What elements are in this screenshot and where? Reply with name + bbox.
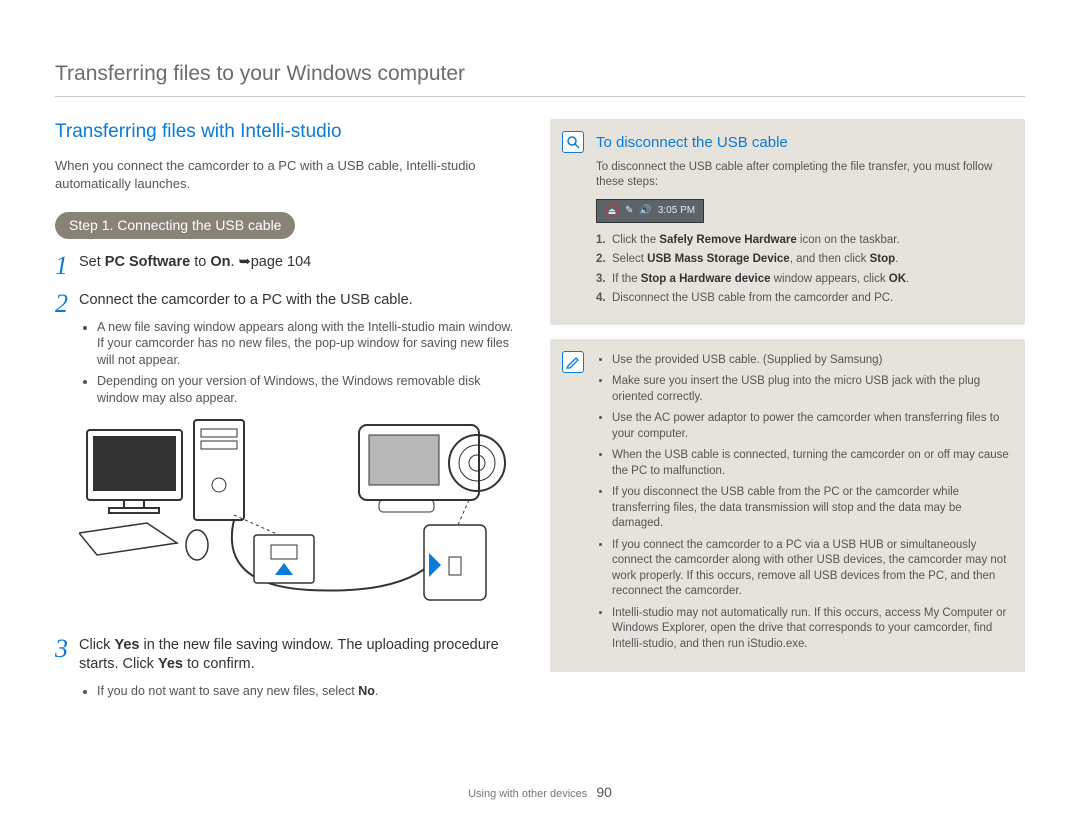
disconnect-heading: To disconnect the USB cable	[596, 133, 1009, 153]
step-number-1: 1	[55, 253, 79, 279]
connection-illustration	[79, 415, 509, 610]
note-item: Make sure you insert the USB plug into t…	[612, 374, 1009, 405]
step-number-3: 3	[55, 636, 79, 704]
left-column: Transferring files with Intelli-studio W…	[55, 119, 515, 716]
disconnect-step-1: Click the Safely Remove Hardware icon on…	[596, 233, 1009, 249]
page-number: 90	[596, 784, 612, 800]
tray-time: 3:05 PM	[658, 204, 695, 218]
note-item: Use the provided USB cable. (Supplied by…	[612, 353, 1009, 369]
magnifier-icon	[562, 131, 584, 153]
tray-icon: 🔊	[639, 204, 651, 218]
page-title: Transferring files to your Windows compu…	[55, 60, 1025, 97]
disconnect-step-4: Disconnect the USB cable from the camcor…	[596, 291, 1009, 307]
note-item: Intelli-studio may not automatically run…	[612, 606, 1009, 653]
note-item: Use the AC power adaptor to power the ca…	[612, 411, 1009, 442]
note-item: If you disconnect the USB cable from the…	[612, 485, 1009, 532]
footer-section-label: Using with other devices	[468, 788, 587, 800]
step3-bullet: If you do not want to save any new files…	[97, 683, 515, 700]
disconnect-intro: To disconnect the USB cable after comple…	[596, 160, 1009, 191]
step2-bullet-2: Depending on your version of Windows, th…	[97, 373, 515, 407]
right-column: To disconnect the USB cable To disconnec…	[550, 119, 1025, 716]
step-3-body: Click Yes in the new file saving window.…	[79, 636, 515, 704]
disconnect-step-3: If the Stop a Hardware device window app…	[596, 272, 1009, 288]
system-tray-illustration: ⏏ ✎ 🔊 3:05 PM	[596, 199, 704, 223]
disconnect-step-2: Select USB Mass Storage Device, and then…	[596, 252, 1009, 268]
safely-remove-icon: ⏏	[605, 204, 619, 218]
section-heading: Transferring files with Intelli-studio	[55, 119, 515, 145]
step2-bullet-1: A new file saving window appears along w…	[97, 319, 515, 370]
intro-text: When you connect the camcorder to a PC w…	[55, 157, 515, 192]
note-item: When the USB cable is connected, turning…	[612, 448, 1009, 479]
tray-icon: ✎	[625, 204, 633, 218]
note-icon	[562, 351, 584, 373]
step-badge: Step 1. Connecting the USB cable	[55, 212, 295, 239]
notes-callout: Use the provided USB cable. (Supplied by…	[550, 339, 1025, 673]
note-item: If you connect the camcorder to a PC via…	[612, 538, 1009, 600]
page-footer: Using with other devices 90	[0, 783, 1080, 802]
step-2-body: Connect the camcorder to a PC with the U…	[79, 291, 515, 624]
step-number-2: 2	[55, 291, 79, 624]
step-1-body: Set PC Software to On. ➥page 104	[79, 253, 515, 279]
disconnect-callout: To disconnect the USB cable To disconnec…	[550, 119, 1025, 324]
